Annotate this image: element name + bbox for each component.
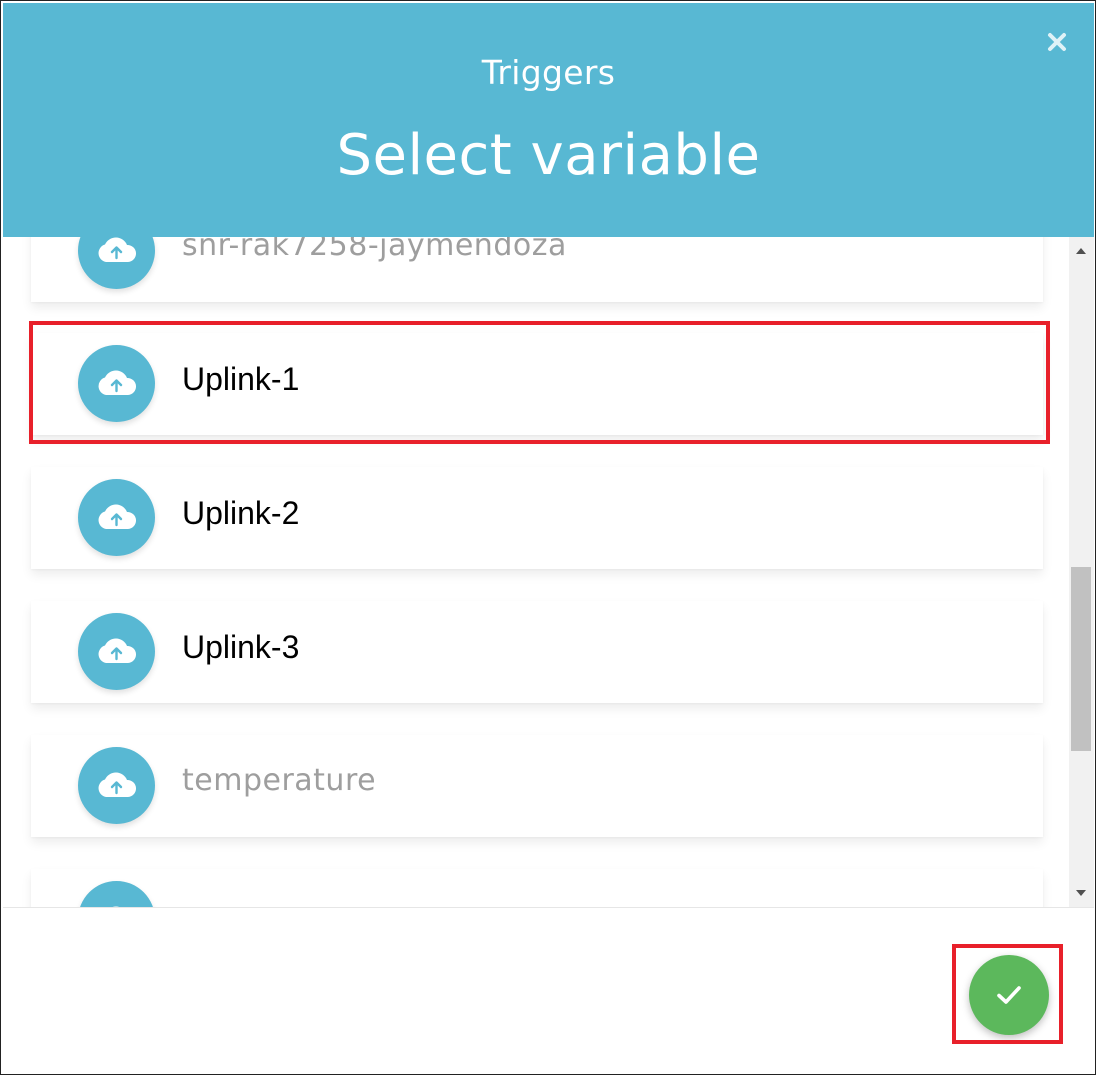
cloud-upload-icon	[78, 881, 155, 907]
cloud-upload-icon	[78, 345, 155, 422]
checkmark-icon	[997, 986, 1021, 1004]
cloud-upload-icon	[78, 747, 155, 824]
modal-footer	[3, 907, 1094, 1074]
variable-item[interactable]: snr-rak7258-jaymendoza	[31, 237, 1043, 302]
cloud-upload-icon	[78, 237, 155, 289]
variable-list[interactable]: snr-rak7258-jaymendoza Uplink-1 Uplink-2…	[3, 237, 1069, 907]
select-variable-modal: Triggers Select variable snr-rak7258-jay…	[0, 0, 1096, 1075]
variable-label: Uplink-2	[182, 495, 300, 531]
modal-header: Triggers Select variable	[3, 3, 1094, 237]
scrollbar-thumb[interactable]	[1071, 567, 1091, 751]
variable-label: temperature	[182, 763, 377, 798]
variable-item-temperature[interactable]: temperature	[31, 735, 1043, 837]
variable-item[interactable]	[31, 869, 1043, 907]
variable-label: Uplink-1	[182, 361, 300, 397]
variable-item-uplink-1[interactable]: Uplink-1	[31, 333, 1043, 435]
scroll-up-arrow-icon[interactable]	[1076, 248, 1086, 254]
list-scrollbar[interactable]	[1069, 237, 1094, 907]
variable-item-uplink-3[interactable]: Uplink-3	[31, 601, 1043, 703]
variable-item-uplink-2[interactable]: Uplink-2	[31, 467, 1043, 569]
modal-subtitle: Triggers	[481, 53, 616, 92]
variable-label: snr-rak7258-jaymendoza	[182, 237, 567, 263]
cloud-upload-icon	[78, 479, 155, 556]
cloud-upload-icon	[78, 613, 155, 690]
confirm-button[interactable]	[969, 955, 1049, 1035]
close-icon[interactable]	[1046, 31, 1068, 53]
modal-title: Select variable	[336, 123, 761, 188]
variable-label: Uplink-3	[182, 629, 300, 665]
scroll-down-arrow-icon[interactable]	[1076, 890, 1086, 896]
